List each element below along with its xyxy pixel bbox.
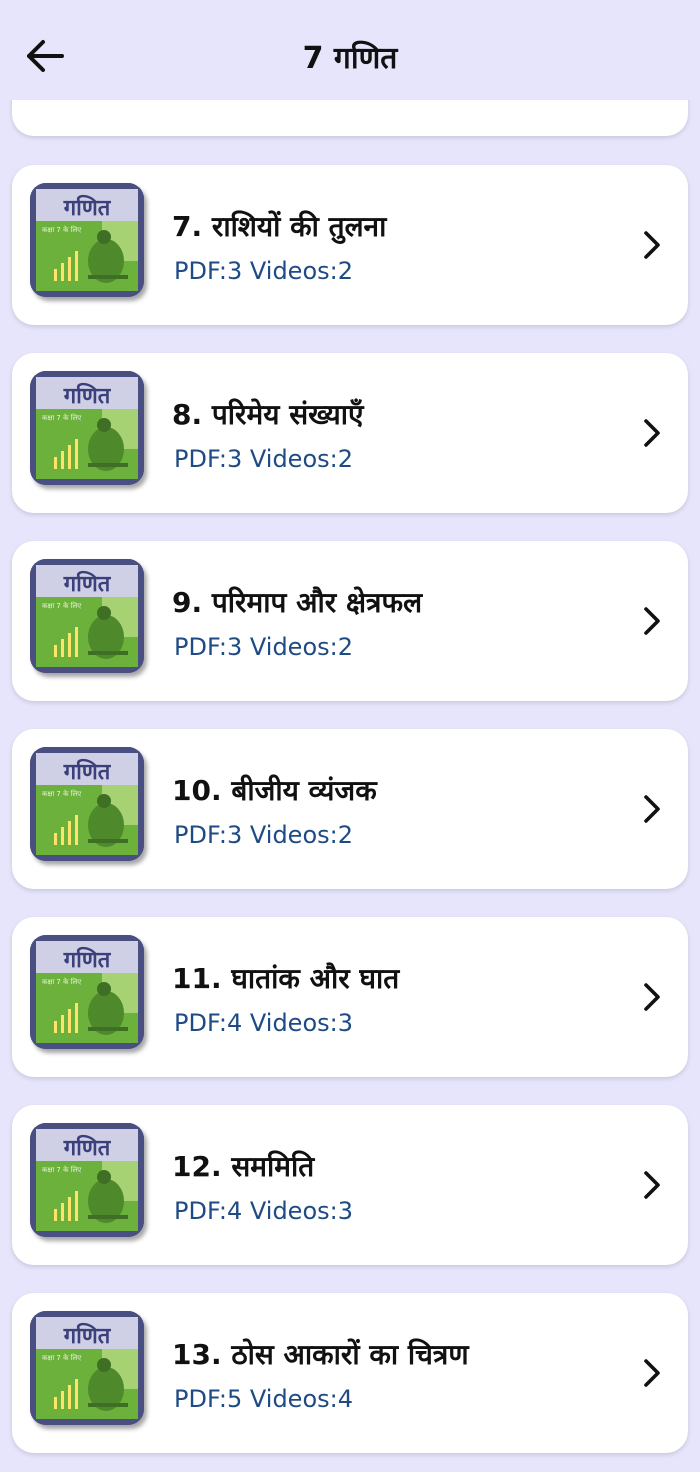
page-title: 7 गणित	[302, 41, 398, 76]
thumb-label: गणित	[63, 570, 112, 597]
chapter-meta: PDF:4 Videos:3	[174, 1009, 353, 1037]
chapter-meta: PDF:4 Videos:3	[174, 1197, 353, 1225]
chapter-card[interactable]: गणित कक्षा 7 के लिए 12. सममिति PDF:4 Vid…	[12, 1105, 688, 1265]
app-screen: गणित कक्षा 7 के लिए 7. राशियों की तुलना …	[0, 0, 700, 1472]
book-cover-icon: गणित कक्षा 7 के लिए	[30, 371, 144, 485]
chevron-right-icon	[644, 795, 660, 823]
thumb-label: गणित	[63, 946, 112, 973]
app-bar: 7 गणित	[0, 0, 700, 100]
chevron-right-icon	[644, 231, 660, 259]
chapter-card[interactable]: गणित कक्षा 7 के लिए 8. परिमेय संख्याएँ P…	[12, 353, 688, 513]
thumb-label: गणित	[63, 1134, 112, 1161]
thumb-label: गणित	[63, 382, 112, 409]
thumb-sublabel: कक्षा 7 के लिए	[42, 601, 81, 610]
chapter-title: 8. परिमेय संख्याएँ	[172, 398, 364, 431]
chapter-title: 9. परिमाप और क्षेत्रफल	[172, 586, 423, 619]
chevron-right-icon	[644, 419, 660, 447]
chapter-meta: PDF:3 Videos:2	[174, 821, 353, 849]
chapter-title: 13. ठोस आकारों का चित्रण	[172, 1338, 469, 1371]
chapter-card[interactable]: गणित कक्षा 7 के लिए 7. राशियों की तुलना …	[12, 165, 688, 325]
thumb-label: गणित	[63, 758, 112, 785]
chevron-right-icon	[644, 983, 660, 1011]
chapter-title: 7. राशियों की तुलना	[172, 210, 387, 243]
chapter-card[interactable]: गणित कक्षा 7 के लिए 10. बीजीय व्यंजक PDF…	[12, 729, 688, 889]
chapter-card[interactable]: गणित कक्षा 7 के लिए 9. परिमाप और क्षेत्र…	[12, 541, 688, 701]
chapter-meta: PDF:5 Videos:4	[174, 1385, 353, 1413]
chapter-title: 10. बीजीय व्यंजक	[172, 774, 377, 807]
chapter-meta: PDF:3 Videos:2	[174, 633, 353, 661]
thumb-sublabel: कक्षा 7 के लिए	[42, 1353, 81, 1362]
chevron-right-icon	[644, 1359, 660, 1387]
thumb-label: गणित	[63, 1322, 112, 1349]
book-cover-icon: गणित कक्षा 7 के लिए	[30, 559, 144, 673]
thumb-label: गणित	[63, 194, 112, 221]
chevron-right-icon	[644, 1171, 660, 1199]
chapter-title: 11. घातांक और घात	[172, 962, 400, 995]
chapter-card[interactable]: गणित कक्षा 7 के लिए 11. घातांक और घात PD…	[12, 917, 688, 1077]
chapter-title: 12. सममिति	[172, 1150, 315, 1183]
book-cover-icon: गणित कक्षा 7 के लिए	[30, 1311, 144, 1425]
book-cover-icon: गणित कक्षा 7 के लिए	[30, 747, 144, 861]
chapter-meta: PDF:3 Videos:2	[174, 257, 353, 285]
thumb-sublabel: कक्षा 7 के लिए	[42, 1165, 81, 1174]
book-cover-icon: गणित कक्षा 7 के लिए	[30, 935, 144, 1049]
thumb-sublabel: कक्षा 7 के लिए	[42, 225, 81, 234]
chevron-right-icon	[644, 607, 660, 635]
thumb-sublabel: कक्षा 7 के लिए	[42, 413, 81, 422]
thumb-sublabel: कक्षा 7 के लिए	[42, 789, 81, 798]
chapter-card[interactable]: गणित कक्षा 7 के लिए 13. ठोस आकारों का चि…	[12, 1293, 688, 1453]
book-cover-icon: गणित कक्षा 7 के लिए	[30, 1123, 144, 1237]
book-cover-icon: गणित कक्षा 7 के लिए	[30, 183, 144, 297]
thumb-sublabel: कक्षा 7 के लिए	[42, 977, 81, 986]
chapter-meta: PDF:3 Videos:2	[174, 445, 353, 473]
